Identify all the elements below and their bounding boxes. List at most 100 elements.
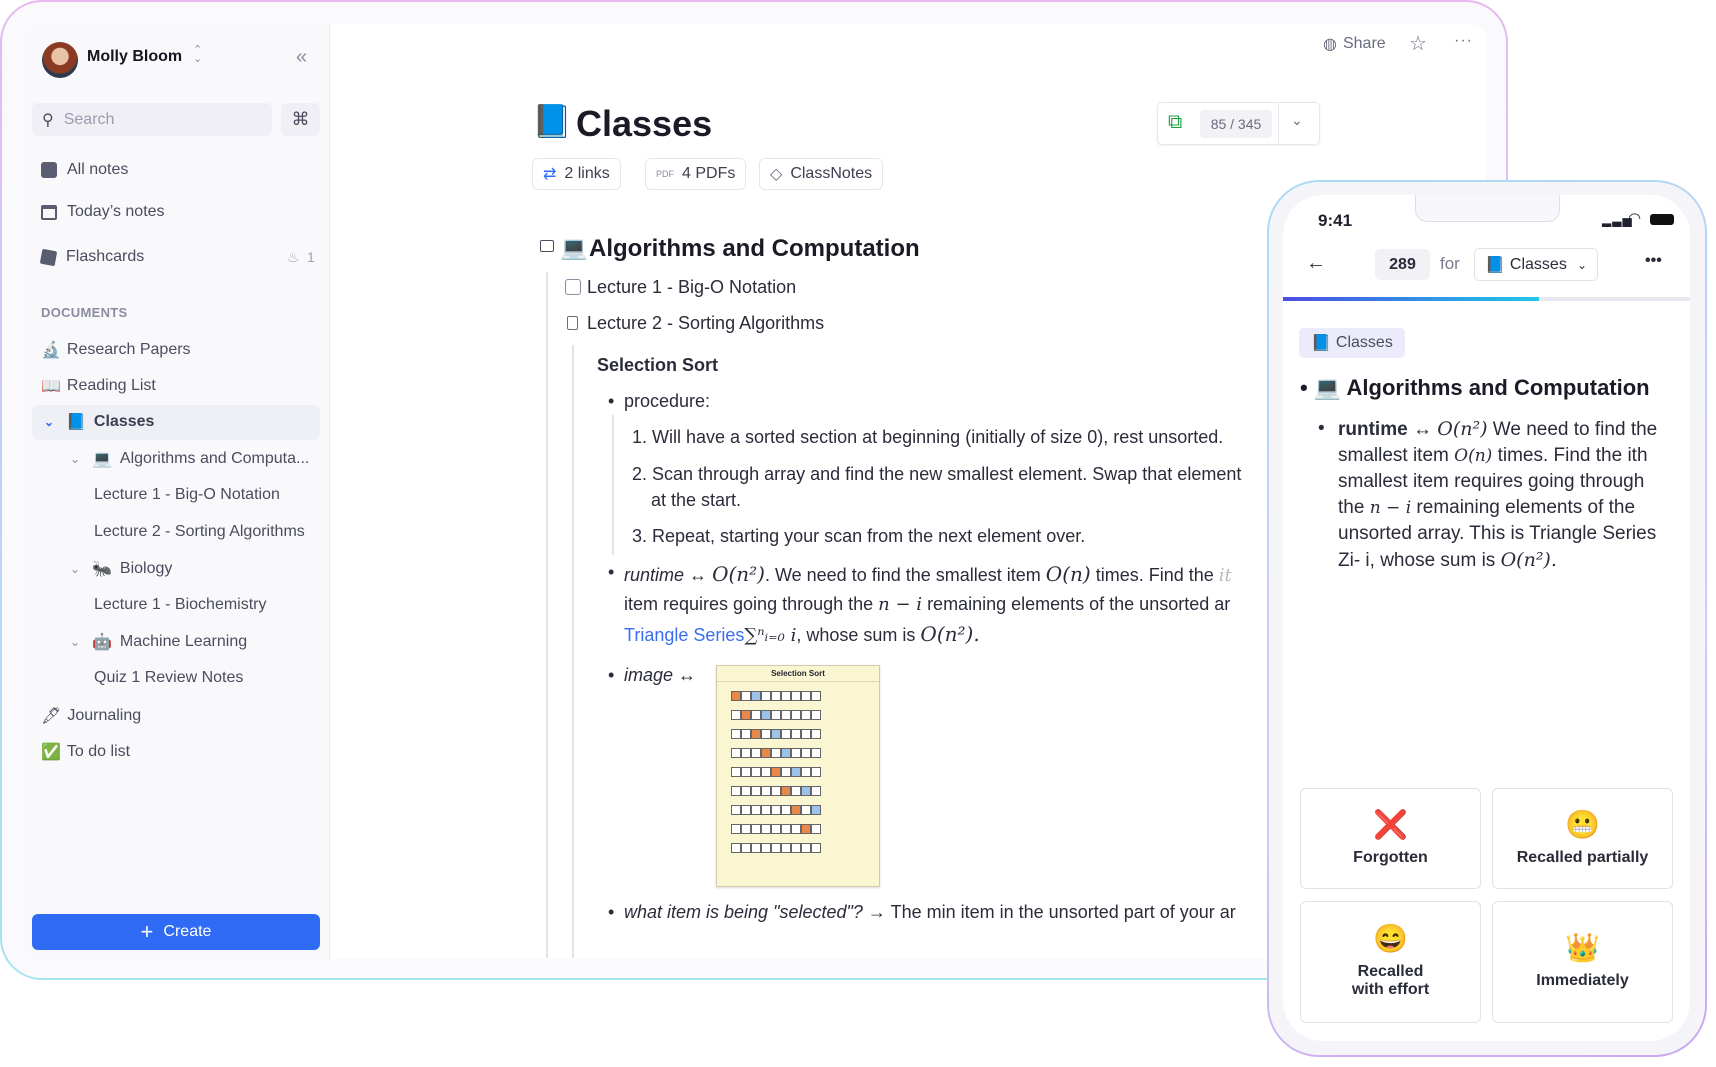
sort-cell — [811, 824, 821, 834]
cards-icon — [39, 248, 58, 266]
account-switch-icon[interactable]: ⌃ ⌄ — [193, 45, 202, 65]
procedure-bullet: procedure: — [608, 391, 710, 412]
sort-cell — [761, 710, 771, 720]
doc-reading-list[interactable]: 📖 Reading List — [41, 376, 156, 396]
sort-cell — [761, 729, 771, 739]
rating-recalled-with-effort-button[interactable]: 😄 Recalled with effort — [1300, 901, 1481, 1023]
doc-classes[interactable]: ⌄ 📘 Classes — [44, 412, 154, 432]
doc-label: Journaling — [67, 707, 142, 724]
sort-cell — [741, 805, 751, 815]
tag-chip[interactable]: ◇ ClassNotes — [759, 158, 884, 190]
sort-diagram — [717, 691, 879, 853]
indent-guide — [546, 272, 548, 958]
doc-research-papers[interactable]: 🔬 Research Papers — [41, 340, 191, 360]
doc-biology[interactable]: ⌄ 🐜 Biology — [70, 559, 172, 579]
sort-cell — [751, 767, 761, 777]
sort-cell — [801, 729, 811, 739]
share-label: Share — [1342, 35, 1386, 52]
collapse-sidebar-icon[interactable]: « — [296, 46, 307, 69]
chevron-down-icon[interactable]: ⌄ — [1291, 112, 1303, 129]
sort-cell — [741, 786, 751, 796]
section-heading[interactable]: Algorithms and Computation — [589, 235, 920, 263]
sort-cell — [781, 748, 791, 758]
user-name[interactable]: Molly Bloom — [87, 48, 182, 66]
nav-all-notes[interactable]: All notes — [41, 161, 128, 179]
sort-row — [731, 710, 879, 720]
grin-face-icon: 😄 — [1373, 923, 1408, 954]
deck-select[interactable]: 📘 Classes ⌄ — [1474, 248, 1598, 281]
flashcard-counter[interactable]: ⧉ 85 / 345 ⌄ — [1157, 102, 1320, 145]
sort-cell — [791, 824, 801, 834]
sort-cell — [751, 786, 761, 796]
flashcards-icon: ⧉ — [1168, 111, 1183, 133]
doc-machine-learning[interactable]: ⌄ 🤖 Machine Learning — [70, 632, 247, 652]
chevron-down-icon[interactable]: ⌄ — [44, 415, 58, 429]
nav-flashcards[interactable]: Flashcards — [39, 248, 144, 266]
doc-lecture-2-sorting[interactable]: Lecture 2 - Sorting Algorithms — [94, 523, 305, 541]
sort-cell — [761, 767, 771, 777]
deck-tag[interactable]: 📘 Classes — [1299, 328, 1405, 358]
pdfs-chip[interactable]: PDF 4 PDFs — [645, 158, 747, 190]
sort-cell — [771, 843, 781, 853]
chevron-down-icon[interactable]: ⌄ — [70, 562, 84, 576]
battery-icon — [1650, 214, 1674, 225]
crown-icon: 👑 — [1565, 932, 1600, 963]
more-options-icon[interactable]: ••• — [1645, 252, 1662, 270]
review-progress-track — [1283, 297, 1690, 301]
subpage-lecture-2[interactable]: Lecture 2 - Sorting Algorithms — [587, 313, 824, 334]
links-chip[interactable]: ⇄ 2 links — [532, 158, 621, 190]
sort-cell — [751, 805, 761, 815]
pen-icon: 🖋 — [41, 708, 62, 725]
sort-cell — [811, 805, 821, 815]
more-options-icon[interactable]: ··· — [1454, 32, 1473, 50]
chip-label: ClassNotes — [790, 165, 873, 182]
rating-immediately-button[interactable]: 👑 Immediately — [1492, 901, 1673, 1023]
doc-label: Classes — [93, 413, 155, 430]
star-icon[interactable]: ☆ — [1409, 31, 1427, 56]
rating-forgotten-button[interactable]: ❌ Forgotten — [1300, 788, 1481, 889]
chevron-down-icon[interactable]: ⌄ — [70, 452, 84, 466]
command-button[interactable]: ⌘ — [281, 103, 320, 136]
sort-cell — [761, 748, 771, 758]
search-input[interactable]: ⚲ Search — [32, 103, 272, 136]
sort-cell — [781, 691, 791, 701]
nav-label: Today’s notes — [67, 203, 165, 220]
streak-fire-icon: ♨ — [287, 249, 300, 265]
doc-lecture-1-biochemistry[interactable]: Lecture 1 - Biochemistry — [94, 596, 267, 614]
deck-label: Classes — [1509, 255, 1567, 273]
sort-cell — [751, 710, 761, 720]
triangle-series-link[interactable]: Triangle Series — [624, 625, 744, 645]
page-title[interactable]: Classes — [576, 103, 712, 145]
doc-journaling[interactable]: 🖋 Journaling — [41, 706, 141, 726]
sort-cell — [781, 710, 791, 720]
doc-to-do-list[interactable]: ✅ To do list — [41, 742, 130, 762]
selection-sort-image[interactable]: Selection Sort — [716, 665, 880, 887]
chevron-down-icon[interactable]: ⌄ — [70, 635, 84, 649]
back-arrow-icon[interactable]: ← — [1306, 252, 1326, 275]
share-button[interactable]: ◍ Share — [1323, 34, 1386, 54]
nav-todays-notes[interactable]: Today’s notes — [41, 203, 165, 221]
sort-cell — [791, 748, 801, 758]
sort-cell — [791, 691, 801, 701]
sort-cell — [791, 710, 801, 720]
check-icon: ✅ — [41, 744, 61, 761]
rating-recalled-partially-button[interactable]: 😬 Recalled partially — [1492, 788, 1673, 889]
blue-book-icon: 📘 — [1485, 256, 1505, 274]
doc-quiz-1-review[interactable]: Quiz 1 Review Notes — [94, 669, 243, 687]
sort-cell — [781, 767, 791, 777]
card-heading: • 💻 Algorithms and Computation — [1300, 375, 1650, 400]
sort-cell — [811, 767, 821, 777]
folder-icon[interactable] — [540, 240, 554, 252]
sort-row — [731, 729, 879, 739]
doc-algorithms[interactable]: ⌄ 💻 Algorithms and Computa... — [70, 449, 309, 469]
robot-icon: 🤖 — [92, 634, 112, 651]
subpage-lecture-1[interactable]: Lecture 1 - Big-O Notation — [587, 277, 796, 298]
doc-lecture-1-big-o[interactable]: Lecture 1 - Big-O Notation — [94, 486, 280, 504]
sort-cell — [731, 710, 741, 720]
image-bullet: image ↔ — [608, 665, 696, 686]
sort-cell — [731, 729, 741, 739]
create-button[interactable]: + Create — [32, 914, 320, 950]
sort-cell — [801, 691, 811, 701]
avatar[interactable] — [42, 42, 78, 78]
status-time: 9:41 — [1318, 211, 1353, 230]
